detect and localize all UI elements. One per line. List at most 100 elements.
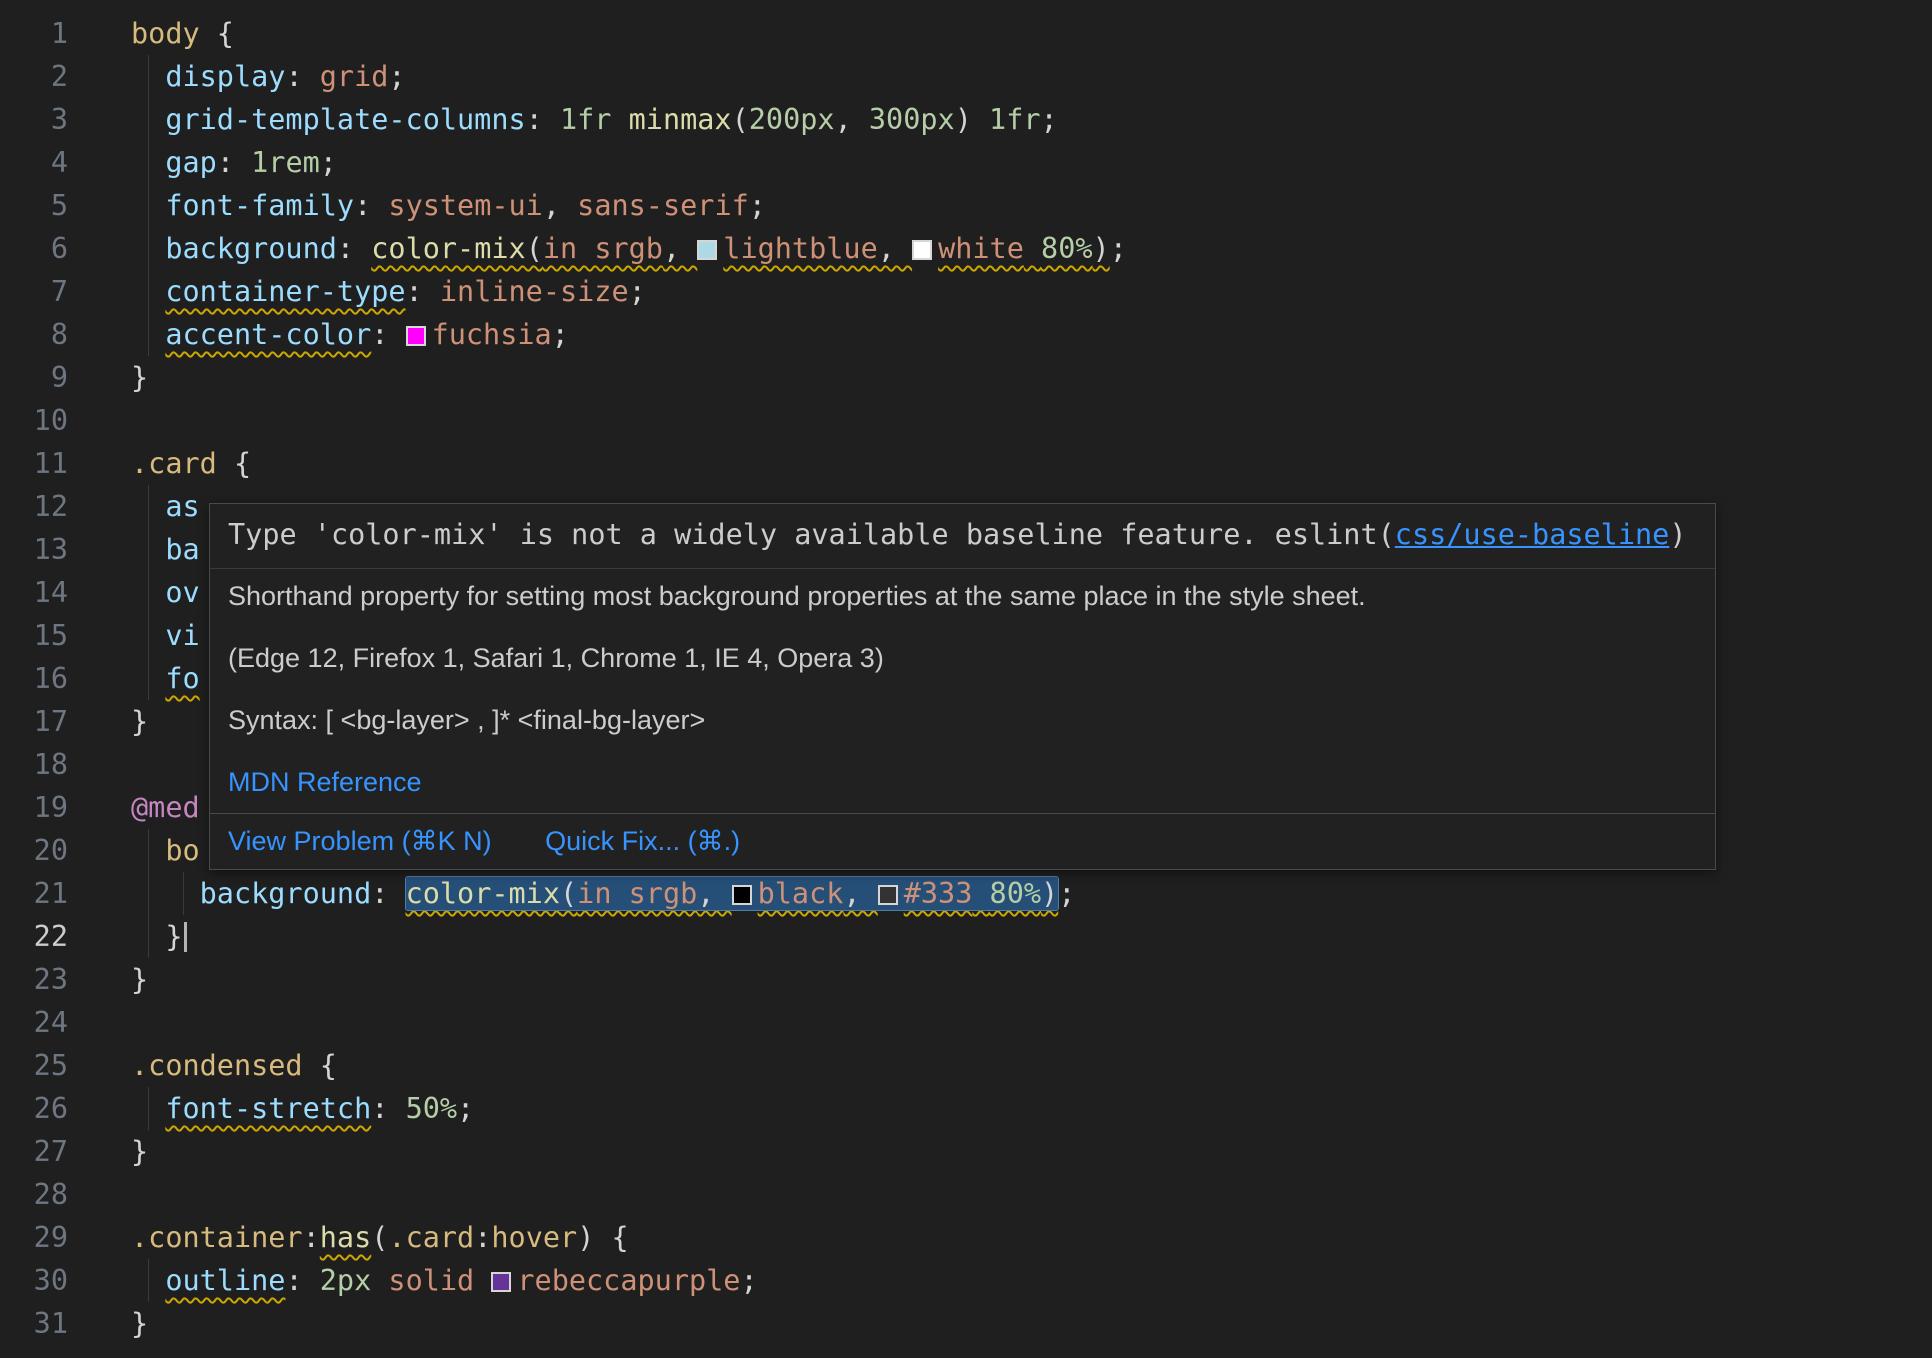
- code-line[interactable]: }: [94, 958, 1932, 1001]
- gutter: 1234567891011121314151617181920212223242…: [0, 0, 94, 1358]
- code-token: ): [1041, 877, 1058, 910]
- hover-documentation: Shorthand property for setting most back…: [210, 569, 1715, 813]
- color-swatch[interactable]: [697, 240, 717, 260]
- code-token: .container: [131, 1221, 303, 1254]
- code-token: ): [1093, 232, 1110, 265]
- eslint-rule-link[interactable]: css/use-baseline: [1395, 518, 1670, 551]
- line-number[interactable]: 8: [0, 313, 94, 356]
- color-swatch[interactable]: [406, 326, 426, 346]
- code-line[interactable]: [94, 399, 1932, 442]
- code-token: :: [285, 1264, 319, 1297]
- code-line[interactable]: container-type: inline-size;: [94, 270, 1932, 313]
- code-token: sans-serif: [577, 189, 749, 222]
- code-token: .card: [388, 1221, 474, 1254]
- code-token: minmax: [629, 103, 732, 136]
- code-line[interactable]: }: [94, 1130, 1932, 1173]
- view-problem-link[interactable]: View Problem (⌘K N): [228, 826, 492, 856]
- code-token: ;: [629, 275, 646, 308]
- line-number[interactable]: 24: [0, 1001, 94, 1044]
- line-number[interactable]: 26: [0, 1087, 94, 1130]
- code-token: solid: [388, 1264, 474, 1297]
- line-number[interactable]: 19: [0, 786, 94, 829]
- line-number[interactable]: 7: [0, 270, 94, 313]
- line-number[interactable]: 23: [0, 958, 94, 1001]
- line-number[interactable]: 12: [0, 485, 94, 528]
- code-line[interactable]: background: color-mix(in srgb, black, #3…: [94, 872, 1932, 915]
- line-number[interactable]: 30: [0, 1259, 94, 1302]
- code-token: [371, 1264, 388, 1297]
- code-token: display: [165, 60, 285, 93]
- color-swatch[interactable]: [878, 885, 898, 905]
- code-line[interactable]: [94, 1001, 1932, 1044]
- code-line[interactable]: .card {: [94, 442, 1932, 485]
- code-token: (: [560, 877, 577, 910]
- line-number[interactable]: 31: [0, 1302, 94, 1345]
- line-number[interactable]: 3: [0, 98, 94, 141]
- code-token: :: [337, 232, 371, 265]
- line-number[interactable]: 9: [0, 356, 94, 399]
- code-line[interactable]: grid-template-columns: 1fr minmax(200px,…: [94, 98, 1932, 141]
- code-line[interactable]: }: [94, 915, 1932, 958]
- line-number[interactable]: 22: [0, 915, 94, 958]
- line-number[interactable]: 4: [0, 141, 94, 184]
- color-swatch[interactable]: [732, 885, 752, 905]
- code-line[interactable]: }: [94, 356, 1932, 399]
- line-number[interactable]: 20: [0, 829, 94, 872]
- line-number[interactable]: 11: [0, 442, 94, 485]
- code-line[interactable]: font-family: system-ui, sans-serif;: [94, 184, 1932, 227]
- line-number[interactable]: 15: [0, 614, 94, 657]
- code-token: [131, 189, 165, 222]
- code-token: ;: [1110, 232, 1127, 265]
- line-number[interactable]: 21: [0, 872, 94, 915]
- line-number[interactable]: 5: [0, 184, 94, 227]
- code-token: (: [732, 103, 749, 136]
- code-token: (: [371, 1221, 388, 1254]
- line-number[interactable]: 10: [0, 399, 94, 442]
- line-number[interactable]: 2: [0, 55, 94, 98]
- code-token: in srgb: [577, 877, 697, 910]
- code-token: :: [303, 1221, 320, 1254]
- line-number[interactable]: 28: [0, 1173, 94, 1216]
- line-number[interactable]: 18: [0, 743, 94, 786]
- code-token: [131, 834, 165, 867]
- line-number[interactable]: 29: [0, 1216, 94, 1259]
- code-token: fuchsia: [432, 318, 552, 351]
- code-token: 1fr: [989, 103, 1040, 136]
- code-line[interactable]: [94, 1173, 1932, 1216]
- quick-fix-link[interactable]: Quick Fix... (⌘.): [545, 826, 740, 856]
- color-swatch[interactable]: [912, 240, 932, 260]
- line-number[interactable]: 16: [0, 657, 94, 700]
- code-token: [131, 662, 165, 695]
- line-number[interactable]: 13: [0, 528, 94, 571]
- line-number[interactable]: 27: [0, 1130, 94, 1173]
- code-line[interactable]: body {: [94, 12, 1932, 55]
- line-number[interactable]: 1: [0, 12, 94, 55]
- code-token: 2px: [320, 1264, 371, 1297]
- code-line[interactable]: accent-color: fuchsia;: [94, 313, 1932, 356]
- line-number[interactable]: 6: [0, 227, 94, 270]
- code-token: [131, 619, 165, 652]
- diagnostic-range: color-mix(in srgb, lightblue, white 80%): [371, 232, 1109, 265]
- code-line[interactable]: .container:has(.card:hover) {: [94, 1216, 1932, 1259]
- code-token: {: [303, 1049, 337, 1082]
- color-swatch[interactable]: [491, 1272, 511, 1292]
- code-line[interactable]: gap: 1rem;: [94, 141, 1932, 184]
- line-number[interactable]: 14: [0, 571, 94, 614]
- code-line[interactable]: background: color-mix(in srgb, lightblue…: [94, 227, 1932, 270]
- code-token: ;: [388, 60, 405, 93]
- diagnostic-source-prefix: eslint(: [1275, 518, 1395, 551]
- code-token: background: [165, 232, 337, 265]
- code-token: :: [474, 1221, 491, 1254]
- line-number[interactable]: 17: [0, 700, 94, 743]
- code-token: :: [371, 318, 405, 351]
- code-line[interactable]: display: grid;: [94, 55, 1932, 98]
- code-token: [131, 103, 165, 136]
- line-number[interactable]: 25: [0, 1044, 94, 1087]
- code-token: }: [131, 963, 148, 996]
- code-line[interactable]: outline: 2px solid rebeccapurple;: [94, 1259, 1932, 1302]
- code-line[interactable]: .condensed {: [94, 1044, 1932, 1087]
- code-token: ba: [165, 533, 199, 566]
- code-line[interactable]: font-stretch: 50%;: [94, 1087, 1932, 1130]
- mdn-reference-link[interactable]: MDN Reference: [228, 767, 422, 797]
- code-line[interactable]: }: [94, 1302, 1932, 1345]
